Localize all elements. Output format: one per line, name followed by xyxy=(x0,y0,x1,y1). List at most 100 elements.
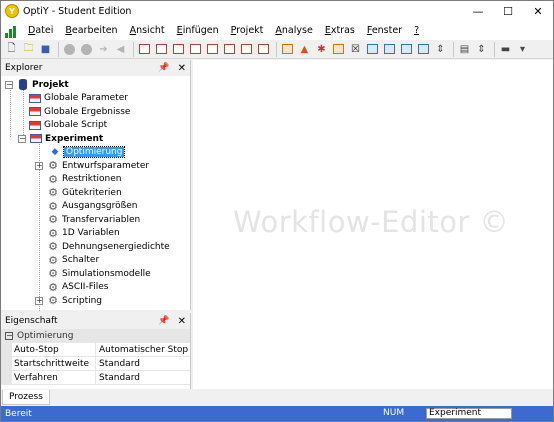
collapse-icon[interactable]: − xyxy=(18,134,26,143)
property-row[interactable]: Startschrittweite Standard xyxy=(1,357,190,371)
matlab-icon[interactable]: ▲ xyxy=(297,42,312,57)
explorer-header: Explorer 📌 ✕ xyxy=(1,60,190,76)
collapse-icon[interactable]: − xyxy=(5,332,13,340)
properties-header: Eigenschaft 📌 ✕ xyxy=(1,313,190,329)
menu-bar: Datei Bearbeiten Ansicht Einfügen Projek… xyxy=(1,21,553,40)
database-icon xyxy=(17,79,29,91)
status-bar: Bereit NUM Experiment xyxy=(1,406,553,421)
tree-node-1d-variablen[interactable]: ⚙ 1D Variablen xyxy=(1,227,190,241)
forward-arrow-icon[interactable]: ➔ xyxy=(96,42,111,57)
variable-1d-icon[interactable] xyxy=(222,42,237,57)
gear-icon: ⚙ xyxy=(48,199,58,213)
tree-node-global-params[interactable]: Globale Parameter xyxy=(1,92,190,106)
table-icon xyxy=(29,93,41,104)
tree-node-transfervariablen[interactable]: ⚙ Transfervariablen xyxy=(1,213,190,227)
dropdown-arrow-icon[interactable]: ▾ xyxy=(515,42,530,57)
pin-icon[interactable]: 📌 xyxy=(158,63,169,73)
output-icon[interactable] xyxy=(188,42,203,57)
gear-icon: ⚙ xyxy=(48,226,58,240)
tree-node-ascii-files[interactable]: ⚙ ASCII-Files xyxy=(1,281,190,295)
minimize-button[interactable]: — xyxy=(463,1,493,21)
property-row[interactable]: Verfahren Standard xyxy=(1,371,190,385)
maximize-button[interactable]: ☐ xyxy=(493,1,523,21)
simulink-icon[interactable]: ✱ xyxy=(314,42,329,57)
align-icon[interactable]: ⇕ xyxy=(433,42,448,57)
tree-node-project[interactable]: − Projekt xyxy=(1,78,190,92)
explorer-pane: Explorer 📌 ✕ − Projekt Globale Parameter xyxy=(1,60,191,311)
window-title: OptiY - Student Edition xyxy=(23,5,132,17)
tree-node-global-script[interactable]: Globale Script xyxy=(1,119,190,133)
document-bars-icon xyxy=(5,24,19,38)
transfer-icon[interactable] xyxy=(205,42,220,57)
layout-icon[interactable]: ▤ xyxy=(457,42,472,57)
collapse-icon[interactable]: − xyxy=(5,80,13,89)
property-value[interactable]: Automatischer Stop xyxy=(96,343,190,356)
properties-close-icon[interactable]: ✕ xyxy=(178,316,186,327)
toolbar-separator xyxy=(453,41,454,57)
menu-datei[interactable]: Datei xyxy=(22,21,59,40)
menu-analyse[interactable]: Analyse xyxy=(269,21,318,40)
excel-icon[interactable] xyxy=(331,42,346,57)
toolbar: 🗋 🗀 ■ ➔ ◀ ▲ ✱ ☒ ⇕ ▤ ⇕ ▬ ▾ xyxy=(1,40,553,59)
explorer-close-icon[interactable]: ✕ xyxy=(178,63,186,74)
table-icon xyxy=(29,120,41,131)
property-row[interactable]: Auto-Stop Automatischer Stop xyxy=(1,343,190,357)
tree-node-experiment[interactable]: − Experiment xyxy=(1,132,190,146)
tree-node-global-results[interactable]: Globale Ergebnisse xyxy=(1,105,190,119)
property-key: Verfahren xyxy=(1,371,96,384)
menu-projekt[interactable]: Projekt xyxy=(225,21,270,40)
tree-node-schalter[interactable]: ⚙ Schalter xyxy=(1,254,190,268)
new-file-icon[interactable]: 🗋 xyxy=(4,42,19,57)
energy-density-icon[interactable] xyxy=(239,42,254,57)
menu-einfuegen[interactable]: Einfügen xyxy=(171,21,225,40)
criteria-icon[interactable] xyxy=(171,42,186,57)
tree-node-entwurfsparameter[interactable]: + ⚙ Entwurfsparameter xyxy=(1,159,190,173)
tree-node-simulationsmodelle[interactable]: ⚙ Simulationsmodelle xyxy=(1,267,190,281)
close-button[interactable]: ✕ xyxy=(523,1,553,21)
simulation-model-icon[interactable] xyxy=(280,42,295,57)
title-bar: Y OptiY - Student Edition — ☐ ✕ xyxy=(1,1,553,21)
workflow-editor[interactable]: Workflow-Editor © xyxy=(193,60,553,389)
cross-tool-icon[interactable]: ☒ xyxy=(348,42,363,57)
tab-prozess[interactable]: Prozess xyxy=(2,390,50,405)
toolbar-separator xyxy=(58,41,59,57)
menu-help[interactable]: ? xyxy=(408,21,425,40)
menu-extras[interactable]: Extras xyxy=(319,21,361,40)
zoom-stepper-icon[interactable]: ⇕ xyxy=(474,42,489,57)
restriction-icon[interactable] xyxy=(154,42,169,57)
back-arrow-icon[interactable]: ◀ xyxy=(113,42,128,57)
open-folder-icon[interactable]: 🗀 xyxy=(21,42,36,57)
tree-node-ausgangsgroessen[interactable]: ⚙ Ausgangsgrößen xyxy=(1,200,190,214)
script-file-icon[interactable] xyxy=(399,42,414,57)
property-value[interactable]: Standard xyxy=(96,357,190,370)
tree-node-scripting[interactable]: + ⚙ Scripting xyxy=(1,294,190,308)
toolbar-separator xyxy=(276,41,277,57)
gear-icon: ⚙ xyxy=(48,159,58,173)
num-lock-indicator: NUM xyxy=(383,408,405,418)
tree-node-optimization[interactable]: ◆ Optimierung xyxy=(1,146,190,160)
window-controls: — ☐ ✕ xyxy=(463,1,553,21)
property-group[interactable]: − Optimierung xyxy=(1,329,190,343)
save-icon[interactable]: ■ xyxy=(38,42,53,57)
text-file-icon[interactable] xyxy=(416,42,431,57)
expand-icon[interactable]: + xyxy=(35,296,43,305)
editor-watermark: Workflow-Editor © xyxy=(233,205,510,239)
menu-fenster[interactable]: Fenster xyxy=(361,21,408,40)
stop-icon[interactable] xyxy=(79,42,94,57)
switch-icon[interactable] xyxy=(256,42,271,57)
tree-node-restriktionen[interactable]: ⚙ Restriktionen xyxy=(1,173,190,187)
property-key: Startschrittweite xyxy=(1,357,96,370)
parameter-icon[interactable] xyxy=(137,42,152,57)
tree-node-guetekriterien[interactable]: ⚙ Gütekriterien xyxy=(1,186,190,200)
menu-bearbeiten[interactable]: Bearbeiten xyxy=(59,21,123,40)
run-icon[interactable] xyxy=(62,42,77,57)
pin-icon[interactable]: 📌 xyxy=(158,316,169,326)
ascii-file-icon[interactable] xyxy=(382,42,397,57)
table-tool-icon[interactable] xyxy=(365,42,380,57)
expand-icon[interactable]: + xyxy=(35,161,43,170)
project-tree: − Projekt Globale Parameter Globale Erge… xyxy=(1,76,190,311)
property-value[interactable]: Standard xyxy=(96,371,190,384)
menu-ansicht[interactable]: Ansicht xyxy=(124,21,171,40)
tree-node-dehnungsenergiedichte[interactable]: ⚙ Dehnungsenergiedichte xyxy=(1,240,190,254)
line-style-icon[interactable]: ▬ xyxy=(498,42,513,57)
